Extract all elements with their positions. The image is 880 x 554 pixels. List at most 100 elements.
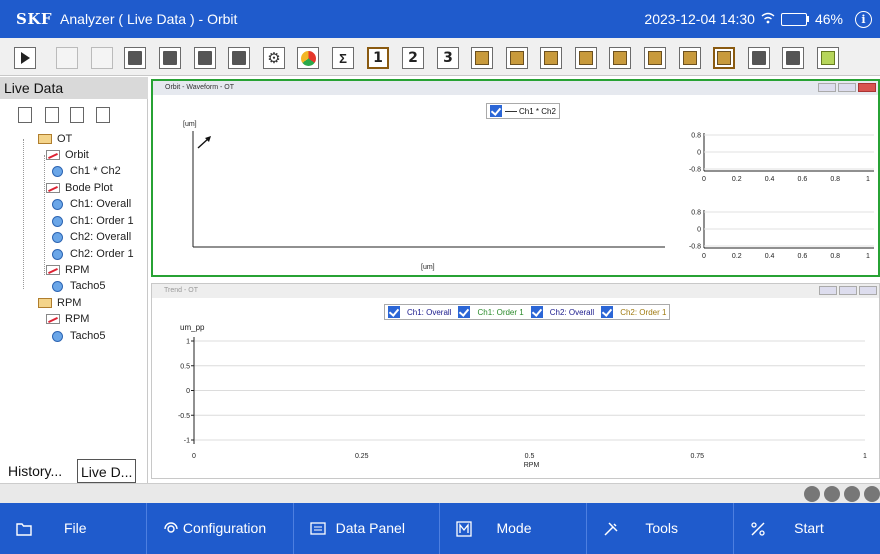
x-tick-label: 1 (863, 453, 867, 460)
trend-icon (648, 51, 662, 65)
page-dot[interactable] (804, 486, 820, 502)
view-3-button[interactable]: 3 (437, 47, 459, 69)
histogram-button[interactable] (679, 47, 701, 69)
tree-item[interactable]: RPM (46, 311, 89, 327)
settings-button[interactable]: ⚙ (263, 47, 285, 69)
x-tick-label: 0.8 (830, 176, 840, 183)
folder-icon (38, 134, 52, 144)
plot-icon (46, 314, 60, 324)
split-vertical-icon (786, 51, 800, 65)
active-panel-icon (717, 51, 731, 65)
lock-button[interactable] (471, 47, 493, 69)
close-panel-icon (821, 51, 835, 65)
datetime: 2023-12-04 14:30 (644, 11, 755, 27)
waterfall-icon (613, 51, 627, 65)
configuration-button[interactable]: Configuration (147, 503, 294, 554)
x-tick-label: 1 (866, 253, 870, 260)
pause-button[interactable] (56, 47, 78, 69)
split-vertical-button[interactable] (782, 47, 804, 69)
data-panel-button[interactable]: Data Panel (294, 503, 441, 554)
tools-button[interactable]: Tools (587, 503, 735, 554)
mode-button[interactable]: Mode (440, 503, 588, 554)
app-title: Analyzer ( Live Data ) - Orbit (60, 11, 238, 27)
report-button[interactable] (228, 47, 250, 69)
folder-icon (16, 523, 32, 536)
lock-icon (475, 51, 489, 65)
start-button[interactable]: Start (734, 503, 880, 554)
waterfall-button[interactable] (609, 47, 631, 69)
y-tick-label: 0.8 (691, 133, 701, 140)
tree-item[interactable]: Ch1: Overall (52, 196, 131, 212)
trend-button[interactable] (644, 47, 666, 69)
tree-item[interactable]: Tacho5 (52, 278, 105, 294)
tab-history[interactable]: History... (8, 459, 62, 483)
chart-icon (510, 51, 524, 65)
save-button[interactable] (194, 47, 216, 69)
spectrum-icon (544, 51, 558, 65)
tree-item[interactable]: Ch1 * Ch2 (52, 163, 121, 179)
panel-tabs: History... Live D... (0, 459, 148, 483)
file-button[interactable]: File (0, 503, 147, 554)
mini-plot-top: 0.80-0.80 0.2 0.4 0.6 0.8 1 (689, 133, 874, 183)
tree-item[interactable]: OT (38, 131, 72, 147)
split-horizontal-button[interactable] (748, 47, 770, 69)
tree-item[interactable]: Orbit (46, 147, 89, 163)
x-tick-label: 0 (702, 176, 706, 183)
tree-item[interactable]: Ch1: Order 1 (52, 213, 134, 229)
plot-icon (46, 265, 60, 275)
measurement-icon (52, 248, 63, 260)
measurement-icon (52, 280, 63, 292)
info-icon[interactable]: i (855, 10, 872, 28)
x-tick-label: 1 (866, 176, 870, 183)
tree-item[interactable]: Bode Plot (46, 180, 113, 196)
trend-window[interactable]: Trend - OT Ch1: Overall Ch1: Order 1 Ch2… (151, 283, 880, 479)
page-dot[interactable] (844, 486, 860, 502)
chart-button[interactable] (506, 47, 528, 69)
wifi-icon (761, 11, 775, 28)
folder-add-button[interactable] (124, 47, 146, 69)
y-tick-label: 0 (697, 150, 701, 157)
toolbar: ⚙ Σ 1 2 3 (0, 38, 880, 76)
new-item-icon[interactable] (18, 107, 32, 123)
active-panel-button[interactable] (713, 47, 735, 69)
orbit-window[interactable]: Orbit - Waveform - OT Ch1 * Ch2 [um] [um… (151, 79, 880, 277)
close-panel-button[interactable] (817, 47, 839, 69)
folder-open-icon (163, 51, 177, 65)
spectrum-button[interactable] (540, 47, 562, 69)
x-axis-label: RPM (524, 462, 540, 469)
tree-item[interactable]: RPM (46, 262, 89, 278)
tools-icon (604, 522, 618, 536)
view-2-button[interactable]: 2 (402, 47, 424, 69)
folder-icon (38, 298, 52, 308)
y-tick-label: -0.8 (689, 244, 701, 251)
measurement-icon (52, 330, 63, 342)
pie-chart-button[interactable] (297, 47, 319, 69)
stop-button[interactable] (91, 47, 113, 69)
report-icon (232, 51, 246, 65)
tree-item[interactable]: Tacho5 (52, 328, 105, 344)
page-dot[interactable] (824, 486, 840, 502)
collapse-tree-icon[interactable] (70, 107, 84, 123)
title-bar: SKF Analyzer ( Live Data ) - Orbit 2023-… (0, 0, 880, 38)
page-indicator (804, 484, 880, 504)
measurement-icon (52, 165, 63, 177)
page-dot[interactable] (864, 486, 880, 502)
back-icon[interactable] (96, 107, 110, 123)
tree-item[interactable]: Ch2: Overall (52, 229, 131, 245)
folder-open-button[interactable] (159, 47, 181, 69)
configuration-icon (164, 522, 178, 533)
play-icon (20, 52, 30, 64)
x-tick-label: 0.8 (830, 253, 840, 260)
tree-item[interactable]: Ch2: Order 1 (52, 246, 134, 262)
y-tick-label: -1 (184, 438, 190, 445)
expand-tree-icon[interactable] (45, 107, 59, 123)
play-button[interactable] (14, 47, 36, 69)
measurement-icon (52, 215, 63, 227)
sigma-button[interactable]: Σ (332, 47, 354, 69)
bar-spectrum-button[interactable] (575, 47, 597, 69)
battery-text: 46% (814, 11, 843, 27)
tab-live-data[interactable]: Live D... (77, 459, 137, 483)
live-data-panel: Live Data OT Orbit Ch1 * Ch2 Bode Plot C… (0, 77, 148, 483)
tree-item[interactable]: RPM (38, 295, 81, 311)
view-1-button[interactable]: 1 (367, 47, 389, 69)
